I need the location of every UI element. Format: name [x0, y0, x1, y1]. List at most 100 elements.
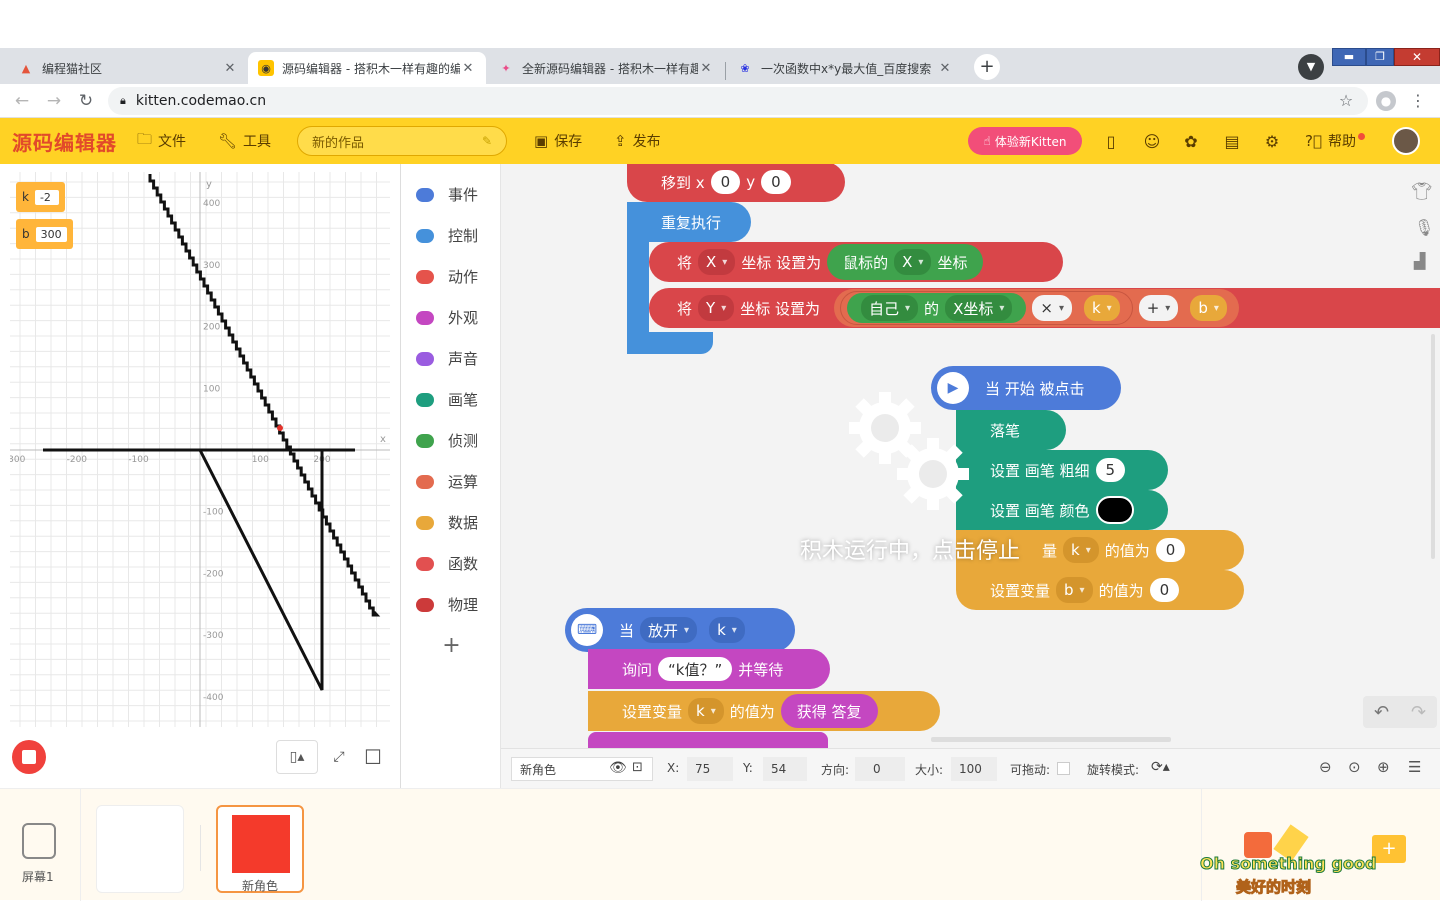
category-events[interactable]: 事件	[402, 174, 501, 215]
close-icon[interactable]: ✕	[222, 61, 238, 76]
fullscreen-icon[interactable]: ⤢	[322, 740, 356, 774]
browser-tab[interactable]: ❀ 一次函数中x*y最大值_百度搜索 ✕	[727, 52, 963, 84]
robot-icon[interactable]: ☺	[1141, 130, 1163, 152]
pen-size-input[interactable]: 5	[1095, 458, 1126, 482]
tab-search-icon[interactable]: ▼	[1298, 54, 1324, 80]
answer-reporter[interactable]: 获得 答复	[780, 694, 878, 728]
add-operator-reporter[interactable]: 自己 的 X坐标 × k + b	[834, 289, 1239, 327]
browser-tab[interactable]: ✦ 全新源码编辑器 - 搭积木一样有趣 ✕	[488, 52, 724, 84]
screen-icon[interactable]	[22, 823, 56, 859]
category-looks[interactable]: 外观	[402, 297, 501, 338]
mouse-axis-dropdown[interactable]: X	[894, 249, 932, 275]
category-operators[interactable]: 运算	[402, 461, 501, 502]
self-x-reporter[interactable]: 自己 的 X坐标	[847, 293, 1027, 323]
sprite-dot[interactable]	[277, 425, 283, 431]
key-action-dropdown[interactable]: 放开	[640, 617, 698, 643]
category-control[interactable]: 控制	[402, 215, 501, 256]
category-functions[interactable]: 函数	[402, 543, 501, 584]
redo-icon[interactable]: ↷	[1411, 702, 1426, 723]
calendar-icon[interactable]: ▤	[1221, 130, 1243, 152]
variable-k-reporter[interactable]: k	[1083, 295, 1120, 321]
stage-canvas[interactable]: -300-200-100100200400300200100-100-200-3…	[10, 172, 390, 727]
operator-dropdown[interactable]: ×	[1032, 295, 1072, 321]
gear-icon[interactable]: ⚙	[1261, 130, 1283, 152]
bookmark-star-icon[interactable]: ☆	[1335, 91, 1357, 111]
restore-icon[interactable]: ❐	[1366, 48, 1394, 66]
draggable-checkbox[interactable]	[1057, 762, 1070, 775]
category-motion[interactable]: 动作	[402, 256, 501, 297]
minimize-icon[interactable]: ▬	[1332, 48, 1366, 66]
help-button[interactable]: ?⃝ 帮助	[1305, 118, 1365, 164]
category-pen[interactable]: 画笔	[402, 379, 501, 420]
variable-monitor-k[interactable]: k -2	[16, 182, 65, 212]
set-variable-b-block[interactable]: 设置变量 b 的值为 0	[956, 570, 1244, 610]
shirt-icon[interactable]: 👕︎	[1411, 182, 1433, 202]
device-mode-button[interactable]: ▯▴	[276, 740, 318, 774]
variable-monitor-b[interactable]: b 300	[16, 219, 73, 249]
category-sound[interactable]: 声音	[402, 338, 501, 379]
y-input[interactable]: 54	[763, 757, 807, 781]
close-icon[interactable]: ✕	[698, 61, 714, 76]
repeat-forever-block[interactable]: 重复执行	[627, 202, 751, 242]
add-sprite-folder-icon[interactable]: +	[1372, 835, 1406, 863]
direction-input[interactable]: 0	[855, 757, 905, 781]
y-input[interactable]: 0	[761, 170, 791, 194]
eye-icon[interactable]: 👁︎	[609, 760, 627, 776]
lock-icon[interactable]: ⊡	[632, 760, 643, 775]
menu-dots-icon[interactable]: ⋮	[1407, 91, 1429, 111]
close-icon[interactable]: ✕	[460, 61, 476, 76]
axis-dropdown[interactable]: Y	[698, 295, 735, 321]
multiply-operator-reporter[interactable]: 自己 的 X坐标 × k	[840, 291, 1133, 325]
undo-icon[interactable]: ↶	[1374, 702, 1389, 723]
app-logo[interactable]: 源码编辑器	[12, 118, 117, 164]
zoom-out-icon[interactable]: ⊖	[1319, 758, 1332, 776]
code-workspace[interactable]: 移到 x 0 y 0 重复执行 将 X 坐标 设置为 鼠标的 X 坐标 将 Y …	[501, 164, 1440, 748]
stop-button[interactable]	[12, 740, 46, 774]
x-input[interactable]: 0	[710, 170, 741, 194]
operator-dropdown[interactable]: +	[1138, 295, 1179, 321]
user-avatar[interactable]	[1392, 127, 1420, 155]
rotation-mode-icon[interactable]: ⟳▴	[1151, 759, 1170, 775]
set-pen-size-block[interactable]: 设置 画笔 粗细 5	[956, 450, 1168, 490]
url-input[interactable]: 🔒︎ kitten.codemao.cn	[108, 87, 1368, 115]
variable-dropdown[interactable]: k	[688, 698, 724, 724]
variable-dropdown[interactable]: k	[1063, 537, 1099, 563]
add-extension-button[interactable]: +	[402, 625, 501, 666]
set-x-block[interactable]: 将 X 坐标 设置为 鼠标的 X 坐标	[649, 242, 1063, 282]
key-dropdown[interactable]: k	[709, 617, 745, 643]
set-variable-answer-block[interactable]: 设置变量 k 的值为 获得 答复	[588, 691, 940, 731]
variable-dropdown[interactable]: b	[1056, 577, 1093, 603]
close-icon[interactable]: ✕	[937, 61, 953, 76]
browser-tab-active[interactable]: ◉ 源码编辑器 - 搭积木一样有趣的编 ✕	[248, 52, 486, 84]
property-dropdown[interactable]: X坐标	[945, 295, 1013, 321]
tools-menu[interactable]: 🔧︎ 工具	[218, 118, 271, 164]
project-title-input[interactable]: 新的作品 ✎	[297, 126, 507, 156]
category-data[interactable]: 数据	[402, 502, 501, 543]
publish-button[interactable]: ⇪ 发布	[614, 118, 661, 164]
running-overlay-text[interactable]: 积木运行中，点击停止	[800, 533, 1020, 565]
next-block-partial[interactable]	[588, 732, 828, 748]
axis-dropdown[interactable]: X	[698, 249, 736, 275]
value-input[interactable]: 0	[1149, 578, 1180, 602]
x-input[interactable]: 75	[687, 757, 733, 781]
move-to-block[interactable]: 移到 x 0 y 0	[627, 164, 845, 202]
set-pen-color-block[interactable]: 设置 画笔 颜色	[956, 490, 1168, 530]
save-button[interactable]: ▣ 保存	[534, 118, 582, 164]
screen-thumbnail[interactable]	[96, 805, 184, 893]
new-tab-button[interactable]: +	[974, 54, 1000, 80]
sprite-thumbnail[interactable]: 新角色	[216, 805, 304, 893]
back-arrow-icon[interactable]: ←	[11, 91, 33, 111]
forward-arrow-icon[interactable]: →	[43, 91, 65, 111]
menu-icon[interactable]: ☰	[1408, 758, 1421, 776]
browser-tab[interactable]: ▲ 编程猫社区 ✕	[8, 52, 248, 84]
size-input[interactable]: 100	[951, 757, 997, 781]
set-y-block[interactable]: 将 Y 坐标 设置为 自己 的 X坐标 × k + b	[649, 288, 1440, 328]
close-window-icon[interactable]: ✕	[1394, 48, 1440, 66]
zoom-reset-icon[interactable]: ⊙	[1348, 758, 1361, 776]
color-swatch[interactable]	[1095, 496, 1134, 524]
mouse-x-reporter[interactable]: 鼠标的 X 坐标	[827, 244, 984, 280]
window-mode-icon[interactable]: ☐	[356, 740, 390, 774]
category-physics[interactable]: 物理	[402, 584, 501, 625]
bar-chart-icon[interactable]: ▟	[1414, 252, 1426, 270]
variable-b-reporter[interactable]: b	[1190, 295, 1227, 321]
